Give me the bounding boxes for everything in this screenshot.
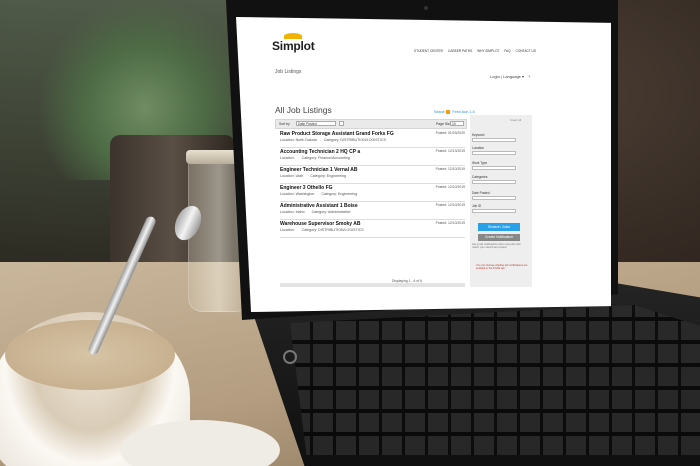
login-link[interactable]: Login: [490, 74, 500, 79]
location-input[interactable]: [472, 151, 516, 155]
job-title[interactable]: Administrative Assistant 1 Boise: [280, 203, 358, 209]
keyword-input[interactable]: [472, 138, 516, 142]
job-row[interactable]: Engineer 3 Othello FG Location: Washingt…: [280, 184, 465, 202]
work-type-label: Work Type: [472, 161, 488, 165]
nav-faq[interactable]: FAQ: [504, 49, 510, 53]
jobs-range: 1-6: [469, 110, 475, 114]
date-posted-label: Date Posted: [472, 191, 490, 195]
site-logo[interactable]: Simplot: [272, 39, 315, 53]
work-type-select[interactable]: [472, 166, 516, 170]
job-row[interactable]: Accounting Technician 2 HQ CP a Location…: [280, 148, 465, 166]
job-location: Location:: [280, 156, 295, 160]
chevron-down-icon: ▾: [522, 74, 525, 79]
job-category: Category: Engineering: [310, 174, 346, 178]
job-location: Location: North Dakota: [280, 138, 317, 142]
job-row[interactable]: Administrative Assistant 1 Boise Locatio…: [280, 202, 465, 220]
login-separator: |: [500, 74, 502, 79]
nav-career-paths[interactable]: CAREER PATHS: [448, 49, 472, 53]
photo-scene: Simplot STUDENT CENTER CAREER PATHS WHY …: [0, 0, 700, 466]
job-posted: Posted: 12/10/2019: [435, 221, 465, 225]
nav-why-simplot[interactable]: WHY SIMPLOT: [477, 49, 499, 53]
search-link[interactable]: Search: [434, 110, 445, 114]
sort-select[interactable]: Date Posted: [296, 121, 336, 126]
job-meta: Location: Idaho Category: Administrative: [280, 210, 351, 214]
job-category: Category: Engineering: [321, 192, 358, 196]
page-size-select[interactable]: 10: [450, 121, 464, 126]
search-jobs-button[interactable]: Search Jobs: [478, 223, 520, 231]
job-meta: Location: Category: Finance/Accounting: [280, 156, 350, 160]
sort-direction-icon[interactable]: [339, 121, 344, 126]
job-category: Category: Finance/Accounting: [301, 156, 350, 160]
date-posted-select[interactable]: [472, 196, 516, 200]
sort-label: Sort by: [279, 122, 290, 126]
job-row[interactable]: Raw Product Storage Assistant Grand Fork…: [280, 130, 465, 148]
rss-icon[interactable]: [446, 110, 451, 115]
laptop-screen: Simplot STUDENT CENTER CAREER PATHS WHY …: [236, 17, 611, 312]
job-id-input[interactable]: [472, 209, 516, 213]
job-title[interactable]: Engineer 3 Othello FG: [280, 185, 333, 191]
keyword-label: Keyword: [472, 133, 485, 137]
job-location: Location: Washington: [280, 192, 315, 196]
site-header: Simplot STUDENT CENTER CAREER PATHS WHY …: [264, 33, 564, 63]
categories-select[interactable]: [472, 180, 516, 184]
job-category: Category: DISTRIBUTION/LOGISTICS: [301, 228, 364, 232]
job-posted: Posted: 12/10/2019: [435, 203, 465, 207]
job-posted: Posted: 12/10/2019: [435, 167, 465, 171]
feed-link[interactable]: Feed Icon: [452, 110, 468, 114]
breadcrumb[interactable]: Job Listings: [275, 69, 301, 75]
page-title: All Job Listings: [275, 105, 332, 115]
nav-student-center[interactable]: STUDENT CENTER: [414, 49, 443, 53]
location-label: Location: [472, 146, 485, 150]
sort-toolbar: Sort by Date Posted Page Size 10: [275, 119, 467, 129]
job-posted: Posted: 12/10/2019: [435, 185, 465, 189]
webcam-icon: [424, 6, 428, 10]
job-list: Raw Product Storage Assistant Grand Fork…: [280, 130, 465, 238]
job-meta: Location: Category: DISTRIBUTION/LOGISTIC…: [280, 228, 364, 232]
language-link[interactable]: Language: [503, 74, 521, 79]
job-id-label: Job ID: [472, 204, 482, 208]
job-meta: Location: North Dakota Category: DISTRIBU…: [280, 138, 386, 142]
job-posted: Posted: 12/13/2019: [435, 149, 465, 153]
job-location: Location: Utah: [280, 174, 304, 178]
job-posted: Posted: 01/03/2020: [435, 131, 465, 135]
help-icon[interactable]: ?: [528, 74, 530, 79]
job-meta: Location: Washington Category: Engineerin…: [280, 192, 357, 196]
clear-all-link[interactable]: Clear All: [510, 118, 521, 122]
search-sidebar: Clear All Keyword Location Work Type Cat…: [470, 115, 532, 287]
job-row[interactable]: Engineer Technician 1 Vernal AB Location…: [280, 166, 465, 184]
job-title[interactable]: Accounting Technician 2 HQ CP a: [280, 149, 360, 155]
job-title[interactable]: Warehouse Supervisor Smoky AB: [280, 221, 361, 227]
job-location: Location: Idaho: [280, 210, 305, 214]
job-title[interactable]: Engineer Technician 1 Vernal AB: [280, 167, 358, 173]
job-title[interactable]: Raw Product Storage Assistant Grand Fork…: [280, 131, 394, 137]
notification-note: Get email notifications when new jobs th…: [472, 243, 521, 250]
create-notification-button[interactable]: Create Notification: [478, 234, 520, 241]
notification-warning: You can choose whether job notifications…: [476, 264, 528, 271]
job-meta: Location: Utah Category: Engineering: [280, 174, 346, 178]
job-category: Category: Administrative: [311, 210, 351, 214]
login-bar: Login | Language ▾ ?: [490, 74, 530, 79]
job-category: Category: DISTRIBUTION/LOGISTICS: [323, 138, 386, 142]
laptop-keyboard: [290, 305, 700, 455]
rss-bar: Search Feed Icon 1-6: [434, 110, 475, 115]
categories-label: Categories: [472, 175, 488, 179]
job-location: Location:: [280, 228, 295, 232]
coffee-foam: [5, 320, 175, 390]
main-nav: STUDENT CENTER CAREER PATHS WHY SIMPLOT …: [414, 49, 540, 53]
nav-contact-us[interactable]: CONTACT US: [516, 49, 536, 53]
job-row[interactable]: Warehouse Supervisor Smoky AB Location: C…: [280, 220, 465, 238]
list-footer: [280, 283, 465, 287]
power-button-icon: [283, 350, 297, 364]
